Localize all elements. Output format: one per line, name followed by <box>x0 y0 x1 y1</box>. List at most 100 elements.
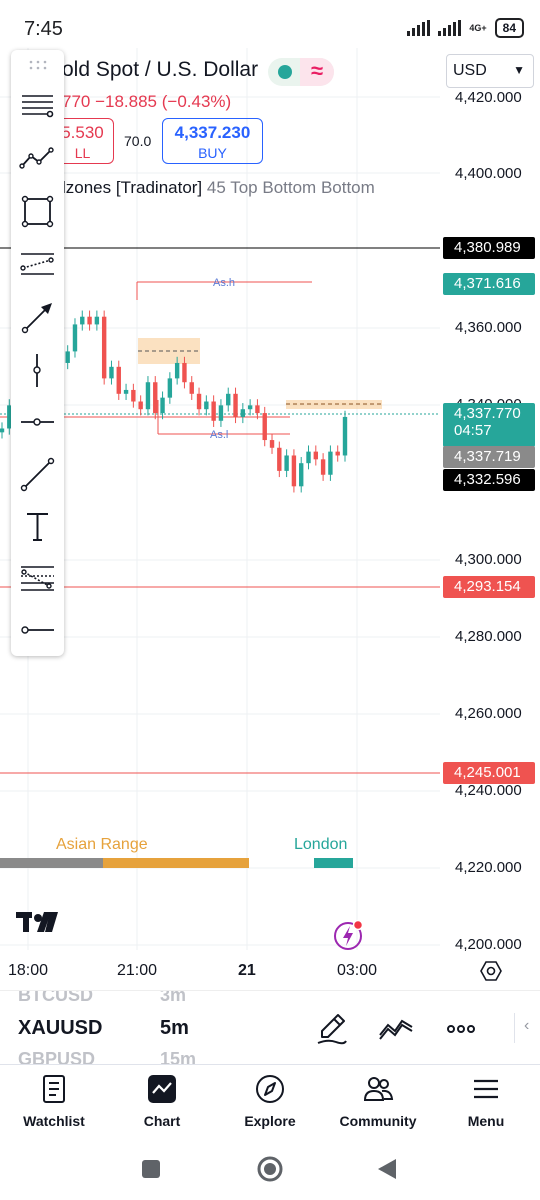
london-label: London <box>294 836 348 853</box>
nav-community[interactable]: Community <box>324 1065 432 1147</box>
candle-body <box>247 405 253 410</box>
next-symbol[interactable]: GBPUSD <box>18 1049 95 1064</box>
time-tick: 21:00 <box>117 962 158 979</box>
fib-retracement-icon[interactable] <box>19 560 56 597</box>
candle-body <box>262 413 267 441</box>
nav-explore[interactable]: Explore <box>216 1065 324 1147</box>
text-tool-icon[interactable] <box>19 508 56 545</box>
time-tick-day: 21 <box>238 962 256 979</box>
price-tick: 4,200.000 <box>455 936 522 953</box>
system-navigation <box>0 1146 540 1200</box>
candle-body <box>123 389 129 394</box>
chevron-down-icon: ▼ <box>513 63 525 77</box>
candle-body <box>284 455 289 471</box>
current-interval[interactable]: 5m <box>160 1017 189 1040</box>
drawing-toolbar <box>11 50 64 656</box>
candle-body <box>306 451 311 464</box>
bar-countdown: 04:57 <box>454 422 492 439</box>
delayed-data-icon: ≈ <box>300 58 334 86</box>
indicators-icon[interactable] <box>378 1011 414 1047</box>
symbol-picker[interactable]: BTCUSD 3m XAUUSD 5m GBPUSD 15m ‹ <box>0 990 540 1064</box>
arrow-line-icon[interactable] <box>19 299 56 336</box>
candle-body <box>342 416 348 456</box>
back-icon[interactable] <box>372 1154 402 1184</box>
chart-icon <box>148 1075 176 1103</box>
currency-select[interactable]: USD ▼ <box>446 54 534 88</box>
ray-icon[interactable] <box>19 612 56 649</box>
candle-body <box>174 362 180 379</box>
menu-icon <box>474 1079 498 1099</box>
price-tag-level-low: 4,332.596 <box>443 469 535 491</box>
price-tag-gray: 4,337.719 <box>443 446 535 468</box>
candle-body <box>72 324 78 352</box>
candle-body <box>138 401 143 410</box>
community-icon <box>363 1077 394 1101</box>
market-status-pill[interactable]: ≈ <box>268 58 334 86</box>
candle-body <box>145 382 151 410</box>
candle-body <box>291 455 297 487</box>
indicator-legend[interactable]: lzones [Tradinator] 45 Top Bottom Bottom <box>62 178 375 198</box>
spread-value: 70.0 <box>124 133 152 149</box>
chevron-left-icon[interactable]: ‹ <box>524 1017 529 1035</box>
range-bar-gray <box>0 858 103 868</box>
chart-settings-icon[interactable] <box>480 960 502 982</box>
price-tick: 4,240.000 <box>455 782 522 799</box>
rectangle-icon[interactable] <box>19 193 56 230</box>
status-time: 7:45 <box>24 18 63 40</box>
signal-icon <box>407 20 431 36</box>
candle-body <box>277 447 282 471</box>
candle-body <box>153 382 158 414</box>
indicator-name: lzones [Tradinator] <box>62 178 203 197</box>
channel-icon[interactable] <box>19 246 56 283</box>
price-tag-level-black: 4,380.989 <box>443 237 535 259</box>
london-bar <box>314 858 353 868</box>
tradingview-logo-icon <box>16 912 58 932</box>
buy-button[interactable]: 4,337.230 BUY <box>162 118 263 164</box>
candle-body <box>313 451 319 460</box>
indicator-params: 45 Top Bottom Bottom <box>206 178 375 197</box>
line-segment-icon[interactable] <box>19 456 56 493</box>
candle-body <box>328 451 333 475</box>
candle-body <box>65 351 70 363</box>
price-change: 770 −18.885 (−0.43%) <box>62 92 232 111</box>
horizontal-line-icon[interactable] <box>19 404 56 441</box>
flash-icon[interactable] <box>332 918 366 952</box>
lines-menu-icon[interactable] <box>19 88 56 125</box>
nav-chart[interactable]: Chart <box>108 1065 216 1147</box>
candle-body <box>204 401 209 410</box>
drag-handle-icon[interactable] <box>29 60 47 70</box>
candle-body <box>109 366 114 379</box>
price-tick: 4,300.000 <box>455 551 522 568</box>
nav-watchlist[interactable]: Watchlist <box>0 1065 108 1147</box>
prev-interval[interactable]: 3m <box>160 991 186 1006</box>
nav-explore-label: Explore <box>244 1113 296 1129</box>
last-price-value: 4,337.770 <box>454 405 521 422</box>
draw-pencil-icon[interactable] <box>314 1011 350 1047</box>
candle-body <box>101 316 107 379</box>
price-tag-red-lower: 4,245.001 <box>443 762 535 784</box>
price-tick: 4,220.000 <box>455 859 522 876</box>
candle-body <box>320 459 326 475</box>
trend-line-icon[interactable] <box>19 140 56 177</box>
current-symbol[interactable]: XAUUSD <box>18 1017 102 1040</box>
prev-symbol[interactable]: BTCUSD <box>18 991 93 1006</box>
candle-body <box>160 397 165 414</box>
symbol-title[interactable]: old Spot / U.S. Dollar <box>62 58 258 82</box>
vertical-line-icon[interactable] <box>19 352 56 389</box>
recent-apps-icon[interactable] <box>136 1154 166 1184</box>
candle-body <box>233 393 238 417</box>
home-icon[interactable] <box>255 1154 285 1184</box>
status-indicators: 4G+ 84 <box>407 18 524 38</box>
nav-community-label: Community <box>339 1113 417 1129</box>
more-options-icon[interactable] <box>443 1011 479 1047</box>
buy-price: 4,337.230 <box>174 123 251 142</box>
price-tick: 4,360.000 <box>455 319 522 336</box>
nav-menu[interactable]: Menu <box>432 1065 540 1147</box>
candle-body <box>167 378 173 398</box>
candle-body <box>116 366 121 394</box>
next-interval[interactable]: 15m <box>160 1049 196 1064</box>
candle-body <box>211 401 216 421</box>
candle-body <box>189 382 194 394</box>
watchlist-icon <box>43 1075 65 1103</box>
sell-price: 5.530 <box>61 123 104 142</box>
